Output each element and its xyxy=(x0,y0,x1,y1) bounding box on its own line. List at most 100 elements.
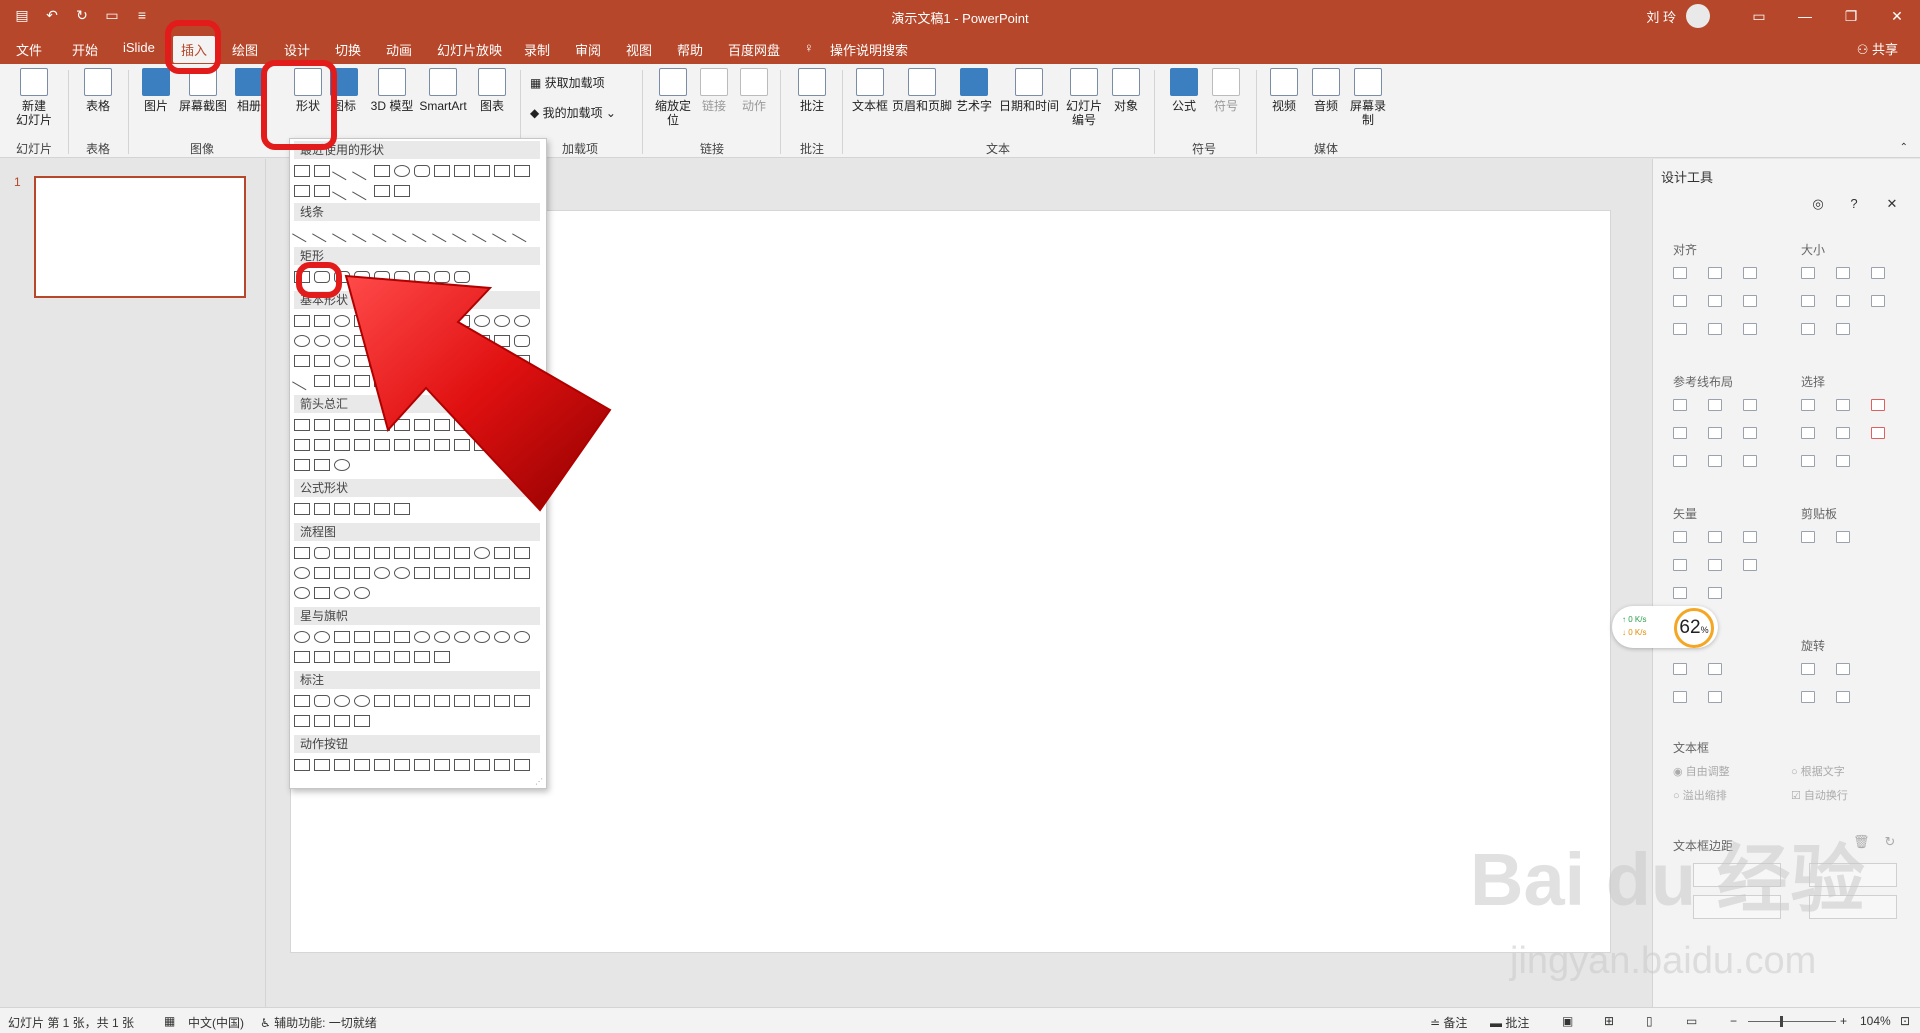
shape-item[interactable] xyxy=(334,567,350,579)
shape-item[interactable] xyxy=(474,631,490,643)
tab-help[interactable]: 帮助 xyxy=(677,40,703,59)
shape-item[interactable] xyxy=(294,355,310,367)
shape-item[interactable] xyxy=(332,161,352,181)
option-auto-adjust[interactable]: ◉ 自由调整 xyxy=(1673,763,1730,779)
tool-icon[interactable] xyxy=(1673,455,1687,467)
shape-item[interactable] xyxy=(414,547,430,559)
tool-icon[interactable] xyxy=(1801,455,1815,467)
tool-icon[interactable] xyxy=(1708,399,1722,411)
shape-item[interactable] xyxy=(314,695,330,707)
shape-item[interactable] xyxy=(292,223,312,243)
shape-item[interactable] xyxy=(454,567,470,579)
option-by-text[interactable]: ○ 根据文字 xyxy=(1791,763,1845,779)
textbox-button[interactable]: 文本框 xyxy=(850,68,890,113)
tool-icon[interactable] xyxy=(1743,295,1757,307)
shape-item[interactable] xyxy=(454,631,470,643)
tab-design[interactable]: 设计 xyxy=(284,40,310,59)
shape-item[interactable] xyxy=(314,759,330,771)
shape-item[interactable] xyxy=(394,631,410,643)
tab-transitions[interactable]: 切换 xyxy=(335,40,361,59)
tool-icon[interactable] xyxy=(1743,531,1757,543)
link-button[interactable]: 链接 xyxy=(694,68,734,113)
table-button[interactable]: 表格 xyxy=(78,68,118,113)
shape-item[interactable] xyxy=(292,371,312,391)
shape-item[interactable] xyxy=(314,375,330,387)
shape-item[interactable] xyxy=(494,695,510,707)
restore-icon[interactable]: ❐ xyxy=(1828,0,1874,32)
tab-review[interactable]: 审阅 xyxy=(575,40,601,59)
zoom-out-icon[interactable]: − xyxy=(1730,1014,1737,1028)
shape-item[interactable] xyxy=(314,631,330,643)
shape-item[interactable] xyxy=(294,315,310,327)
tool-icon[interactable] xyxy=(1673,531,1687,543)
shape-item[interactable] xyxy=(314,715,330,727)
comments-button[interactable]: ▬ 批注 xyxy=(1490,1014,1529,1031)
tool-icon[interactable] xyxy=(1836,267,1850,279)
shape-item[interactable] xyxy=(314,335,330,347)
slideshow-icon[interactable]: ▭ xyxy=(1686,1014,1697,1028)
avatar[interactable] xyxy=(1686,4,1710,28)
shape-item[interactable] xyxy=(514,567,530,579)
shape-item[interactable] xyxy=(374,165,390,177)
tool-icon[interactable] xyxy=(1708,455,1722,467)
tool-icon[interactable] xyxy=(1743,267,1757,279)
shape-item[interactable] xyxy=(514,631,530,643)
shape-item[interactable] xyxy=(294,185,310,197)
zoom-level[interactable]: 104% xyxy=(1860,1014,1891,1028)
help-icon[interactable]: ? xyxy=(1847,197,1861,211)
zoom-button[interactable]: 缩放定位 xyxy=(650,68,696,127)
shape-item[interactable] xyxy=(512,223,532,243)
shape-item[interactable] xyxy=(514,695,530,707)
shape-item[interactable] xyxy=(394,567,410,579)
shape-item[interactable] xyxy=(374,185,390,197)
shape-item[interactable] xyxy=(314,165,330,177)
zoom-in-icon[interactable]: + xyxy=(1840,1014,1847,1028)
shape-item[interactable] xyxy=(434,695,450,707)
shape-item[interactable] xyxy=(434,651,450,663)
shape-item[interactable] xyxy=(394,547,410,559)
tool-icon[interactable] xyxy=(1836,295,1850,307)
tool-icon[interactable] xyxy=(1673,587,1687,599)
tool-icon[interactable] xyxy=(1836,691,1850,703)
shape-item[interactable] xyxy=(372,223,392,243)
shape-item[interactable] xyxy=(334,759,350,771)
datetime-button[interactable]: 日期和时间 xyxy=(998,68,1060,113)
tool-icon[interactable] xyxy=(1836,455,1850,467)
option-overflow[interactable]: ○ 溢出缩排 xyxy=(1673,787,1727,803)
shape-item[interactable] xyxy=(414,631,430,643)
tool-icon[interactable] xyxy=(1801,531,1815,543)
symbol-button[interactable]: 符号 xyxy=(1206,68,1246,113)
shape-item[interactable] xyxy=(434,567,450,579)
shape-item[interactable] xyxy=(434,631,450,643)
smartart-button[interactable]: SmartArt xyxy=(414,68,472,113)
slide-thumbnail[interactable] xyxy=(34,176,246,298)
shape-item[interactable] xyxy=(314,419,330,431)
video-button[interactable]: 视频 xyxy=(1264,68,1304,113)
shape-item[interactable] xyxy=(334,695,350,707)
user-name[interactable]: 刘 玲 xyxy=(1646,7,1676,26)
language[interactable]: 中文(中国) xyxy=(188,1014,244,1031)
shape-item[interactable] xyxy=(414,695,430,707)
tool-icon[interactable] xyxy=(1708,295,1722,307)
tool-icon[interactable] xyxy=(1673,399,1687,411)
shape-item[interactable] xyxy=(354,567,370,579)
shape-item[interactable] xyxy=(314,503,330,515)
shape-item[interactable] xyxy=(492,223,512,243)
settings-icon[interactable]: ◎ xyxy=(1811,197,1825,211)
tab-baidu-netdisk[interactable]: 百度网盘 xyxy=(728,40,780,59)
normal-view-icon[interactable]: ▣ xyxy=(1562,1014,1573,1028)
shape-item[interactable] xyxy=(314,567,330,579)
shape-item[interactable] xyxy=(394,165,410,177)
action-button[interactable]: 动作 xyxy=(734,68,774,113)
minimize-icon[interactable]: — xyxy=(1782,0,1828,32)
shape-item[interactable] xyxy=(294,165,310,177)
shape-item[interactable] xyxy=(374,651,390,663)
tool-icon[interactable] xyxy=(1871,267,1885,279)
screenshot-button[interactable]: 屏幕截图 xyxy=(176,68,230,113)
tab-animations[interactable]: 动画 xyxy=(386,40,412,59)
shape-item[interactable] xyxy=(354,759,370,771)
tool-icon[interactable] xyxy=(1801,323,1815,335)
shape-item[interactable] xyxy=(314,355,330,367)
object-button[interactable]: 对象 xyxy=(1106,68,1146,113)
tool-icon[interactable] xyxy=(1673,295,1687,307)
